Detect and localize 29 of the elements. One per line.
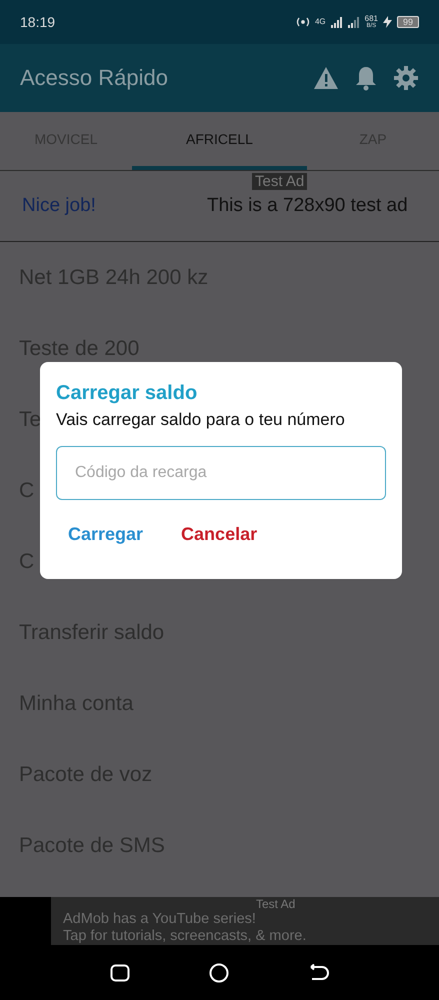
battery-indicator: 99 [396, 16, 419, 28]
tab[interactable]: AFRICELL [132, 112, 307, 170]
dialog-title: Carregar saldo [56, 382, 198, 405]
home-icon[interactable] [209, 962, 230, 982]
network-speed: 681 [364, 15, 378, 23]
status-time: 18:19 [20, 14, 56, 30]
bottom-ad[interactable]: Test Ad AdMob has a YouTube series! Tap for tutorials, screencasts, & more. [51, 897, 439, 945]
ad-headline: Nice job! [22, 195, 97, 217]
ad-label: Test Ad [252, 173, 308, 190]
network-type: 4G [314, 18, 326, 26]
bell-icon[interactable] [355, 65, 377, 91]
back-icon[interactable] [309, 964, 330, 982]
dialog-message: Vais carregar saldo para o teu número [56, 410, 346, 430]
signal-icon [348, 16, 360, 28]
banner-ad[interactable]: Test Ad Nice job! This is a 728x90 test ad [0, 171, 439, 242]
recents-icon[interactable] [110, 964, 130, 982]
signal-icon [330, 16, 343, 28]
app-title: Acesso Rápido [20, 65, 168, 91]
confirm-button[interactable]: Carregar [68, 524, 144, 545]
warning-icon[interactable] [313, 66, 339, 90]
settings-icon[interactable] [393, 65, 419, 91]
ad-label: Test Ad [256, 897, 296, 911]
ad-text: AdMob has a YouTube series! [63, 911, 257, 928]
input-field[interactable]: Código da recarga [56, 446, 386, 500]
cancel-button[interactable]: Cancelar [181, 524, 258, 545]
hotspot-icon [296, 17, 310, 27]
ad-text: Tap for tutorials, screencasts, & more. [63, 928, 308, 945]
ad-text: This is a 728x90 test ad [207, 195, 408, 217]
bolt-icon [382, 16, 392, 28]
